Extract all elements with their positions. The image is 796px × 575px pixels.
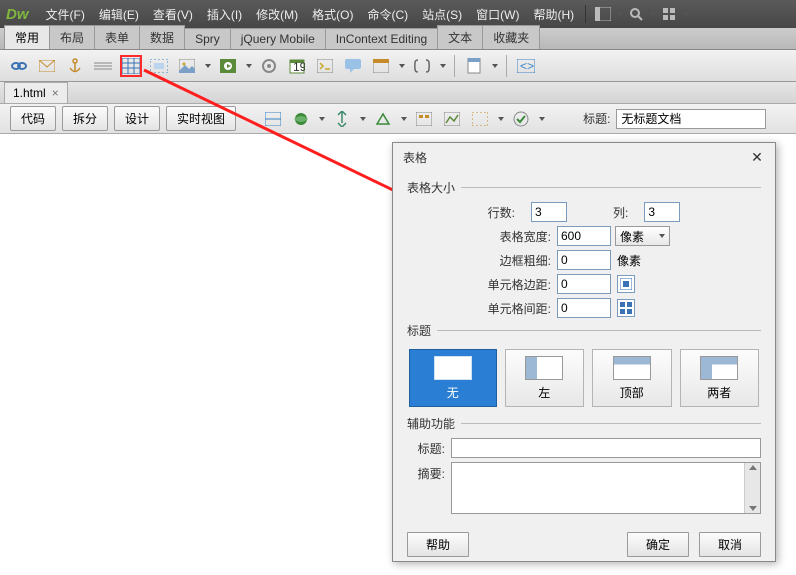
- cellpadding-label: 单元格边距:: [407, 276, 557, 293]
- menu-format[interactable]: 格式(O): [305, 6, 360, 23]
- search-icon[interactable]: [626, 4, 646, 24]
- tag-chooser-icon[interactable]: <>: [515, 55, 537, 77]
- caption-input[interactable]: [451, 438, 761, 458]
- group-header-label: 标题: [407, 322, 431, 339]
- width-label: 表格宽度:: [407, 228, 557, 245]
- help-button[interactable]: 帮助: [407, 532, 469, 557]
- head-icon[interactable]: [370, 55, 392, 77]
- border-input[interactable]: [557, 250, 611, 270]
- menu-view[interactable]: 查看(V): [146, 6, 200, 23]
- tab-forms[interactable]: 表单: [94, 25, 140, 49]
- insert-toolbar: 19 <>: [0, 50, 796, 82]
- image-icon[interactable]: [176, 55, 198, 77]
- menu-insert[interactable]: 插入(I): [200, 6, 249, 23]
- tab-layout[interactable]: 布局: [49, 25, 95, 49]
- cellspacing-label: 单元格间距:: [407, 300, 557, 317]
- header-left-option[interactable]: 左: [505, 349, 585, 407]
- widget-icon[interactable]: [258, 55, 280, 77]
- inspect-icon[interactable]: [290, 108, 312, 130]
- document-tab-label: 1.html: [13, 86, 46, 100]
- caption-label: 标题:: [407, 440, 451, 457]
- menu-file[interactable]: 文件(F): [39, 6, 92, 23]
- document-tabs: 1.html ×: [0, 82, 796, 104]
- templates-icon[interactable]: [463, 55, 485, 77]
- dialog-close-button[interactable]: ✕: [749, 149, 765, 165]
- div-icon[interactable]: [148, 55, 170, 77]
- view-options-icon[interactable]: [441, 108, 463, 130]
- visual-aids-icon[interactable]: [469, 108, 491, 130]
- group-access-label: 辅助功能: [407, 415, 455, 432]
- anchor-icon[interactable]: [64, 55, 86, 77]
- header-none-option[interactable]: 无: [409, 349, 497, 407]
- hr-icon[interactable]: [92, 55, 114, 77]
- cancel-button[interactable]: 取消: [699, 532, 761, 557]
- tab-spry[interactable]: Spry: [184, 28, 231, 49]
- check-icon[interactable]: [510, 108, 532, 130]
- tab-common[interactable]: 常用: [4, 25, 50, 49]
- tab-jquery[interactable]: jQuery Mobile: [230, 28, 326, 49]
- summary-textarea[interactable]: [451, 462, 761, 514]
- tab-data[interactable]: 数据: [139, 25, 185, 49]
- hyperlink-icon[interactable]: [8, 55, 30, 77]
- rows-label: 行数:: [488, 204, 521, 221]
- livecode-icon[interactable]: [262, 108, 284, 130]
- view-split-button[interactable]: 拆分: [62, 106, 108, 131]
- cellspacing-input[interactable]: [557, 298, 611, 318]
- width-input[interactable]: [557, 226, 611, 246]
- file-mgmt-icon[interactable]: [331, 108, 353, 130]
- document-tab[interactable]: 1.html ×: [4, 82, 68, 103]
- page-title-input[interactable]: [616, 109, 766, 129]
- summary-label: 摘要:: [407, 462, 451, 482]
- width-unit-select[interactable]: 像素: [615, 226, 670, 246]
- menu-commands[interactable]: 命令(C): [360, 6, 415, 23]
- menu-modify[interactable]: 修改(M): [249, 6, 305, 23]
- tab-incontext[interactable]: InContext Editing: [325, 28, 438, 49]
- menu-site[interactable]: 站点(S): [415, 6, 469, 23]
- table-icon[interactable]: [120, 55, 142, 77]
- rows-input[interactable]: [531, 202, 567, 222]
- view-live-button[interactable]: 实时视图: [166, 106, 236, 131]
- tab-favorites[interactable]: 收藏夹: [482, 25, 540, 49]
- title-label: 标题:: [583, 110, 610, 127]
- insert-category-tabs: 常用 布局 表单 数据 Spry jQuery Mobile InContext…: [0, 28, 796, 50]
- extend-icon[interactable]: [659, 4, 679, 24]
- ok-button[interactable]: 确定: [627, 532, 689, 557]
- border-label: 边框粗细:: [407, 252, 557, 269]
- svg-text:<>: <>: [520, 59, 534, 73]
- date-icon[interactable]: 19: [286, 55, 308, 77]
- group-size-label: 表格大小: [407, 179, 455, 196]
- media-icon[interactable]: [217, 55, 239, 77]
- layout-icon[interactable]: [593, 4, 613, 24]
- email-link-icon[interactable]: [36, 55, 58, 77]
- menu-edit[interactable]: 编辑(E): [92, 6, 146, 23]
- header-top-option[interactable]: 顶部: [592, 349, 672, 407]
- table-dialog: 表格 ✕ 表格大小 行数: 列: 表格宽度: 像素 边框粗细: 像素 单元格边距…: [392, 142, 776, 562]
- border-unit: 像素: [617, 252, 641, 269]
- scrollbar[interactable]: [744, 463, 760, 513]
- dialog-title: 表格: [403, 149, 427, 166]
- view-design-button[interactable]: 设计: [114, 106, 160, 131]
- document-toolbar: 代码 拆分 设计 实时视图 标题:: [0, 104, 796, 134]
- cellpadding-input[interactable]: [557, 274, 611, 294]
- refresh-icon[interactable]: [413, 108, 435, 130]
- close-icon[interactable]: ×: [52, 86, 59, 100]
- header-both-option[interactable]: 两者: [680, 349, 760, 407]
- app-logo: Dw: [6, 6, 29, 23]
- menu-help[interactable]: 帮助(H): [526, 6, 581, 23]
- script-icon[interactable]: [411, 55, 433, 77]
- menu-bar: Dw 文件(F) 编辑(E) 查看(V) 插入(I) 修改(M) 格式(O) 命…: [0, 0, 796, 28]
- menu-window[interactable]: 窗口(W): [469, 6, 526, 23]
- server-include-icon[interactable]: [314, 55, 336, 77]
- preview-icon[interactable]: [372, 108, 394, 130]
- svg-text:19: 19: [293, 60, 305, 74]
- cols-label: 列:: [613, 204, 634, 221]
- cellpadding-icon: [617, 275, 635, 293]
- cols-input[interactable]: [644, 202, 680, 222]
- tab-text[interactable]: 文本: [437, 25, 483, 49]
- view-code-button[interactable]: 代码: [10, 106, 56, 131]
- comment-icon[interactable]: [342, 55, 364, 77]
- cellspacing-icon: [617, 299, 635, 317]
